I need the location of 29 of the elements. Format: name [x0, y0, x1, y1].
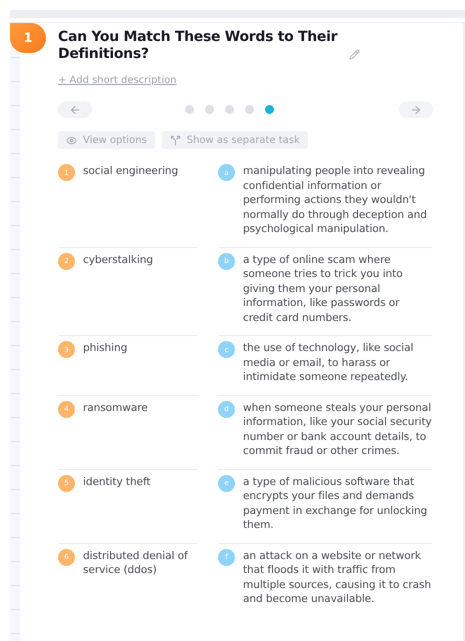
add-description-link[interactable]: + Add short description [58, 75, 177, 86]
page-dot[interactable] [184, 105, 194, 114]
definition-text: a type of malicious software that encrypts your files and demands payment in exchange for unlocking them. [243, 474, 428, 532]
page-dot[interactable] [264, 105, 274, 114]
term-text: phishing [83, 341, 128, 356]
definition-text: a type of online scam where someone tries to trick you into giving them your personal information, like passwords or credit card numbers. [243, 252, 404, 325]
right-arrow-icon [410, 104, 422, 116]
next-button[interactable] [398, 101, 433, 118]
term-text: social engineering [83, 164, 178, 179]
task-number-badge: 1 [10, 23, 46, 53]
definition-text: when someone steals your personal information, like your social security number or bank account details, to commit fraud or other crimes. [243, 400, 432, 458]
previous-button[interactable] [58, 101, 92, 118]
separate-task-button[interactable]: Show as separate task [162, 131, 308, 149]
term-text: cyberstalking [83, 252, 154, 268]
page-dot[interactable] [244, 105, 254, 114]
pencil-icon[interactable] [349, 49, 360, 60]
term-text: distributed denial of service (ddos) [83, 548, 189, 578]
term-text: identity theft [83, 474, 150, 490]
split-arrows-icon [170, 134, 181, 146]
term-text: ransomware [83, 400, 148, 416]
page-dot[interactable] [224, 105, 234, 114]
definition-text: manipulating people into revealing confidential information or performing actions they wouldn't normally do through deception and psychological manipulation. [243, 164, 428, 236]
left-arrow-icon [69, 104, 81, 116]
task-title: Can You Match These Words to Their Definitions? [58, 29, 338, 63]
definition-text: an attack on a website or network that floods it with traffic from multiple sources, causing it to crash and become unavailable. [243, 548, 432, 606]
eye-icon [66, 134, 77, 146]
view-options-button[interactable]: View options [58, 131, 155, 149]
page-dot[interactable] [204, 105, 214, 114]
definition-text: the use of technology, like social media or email, to harass or intimidate someone repeatedly. [243, 341, 414, 384]
